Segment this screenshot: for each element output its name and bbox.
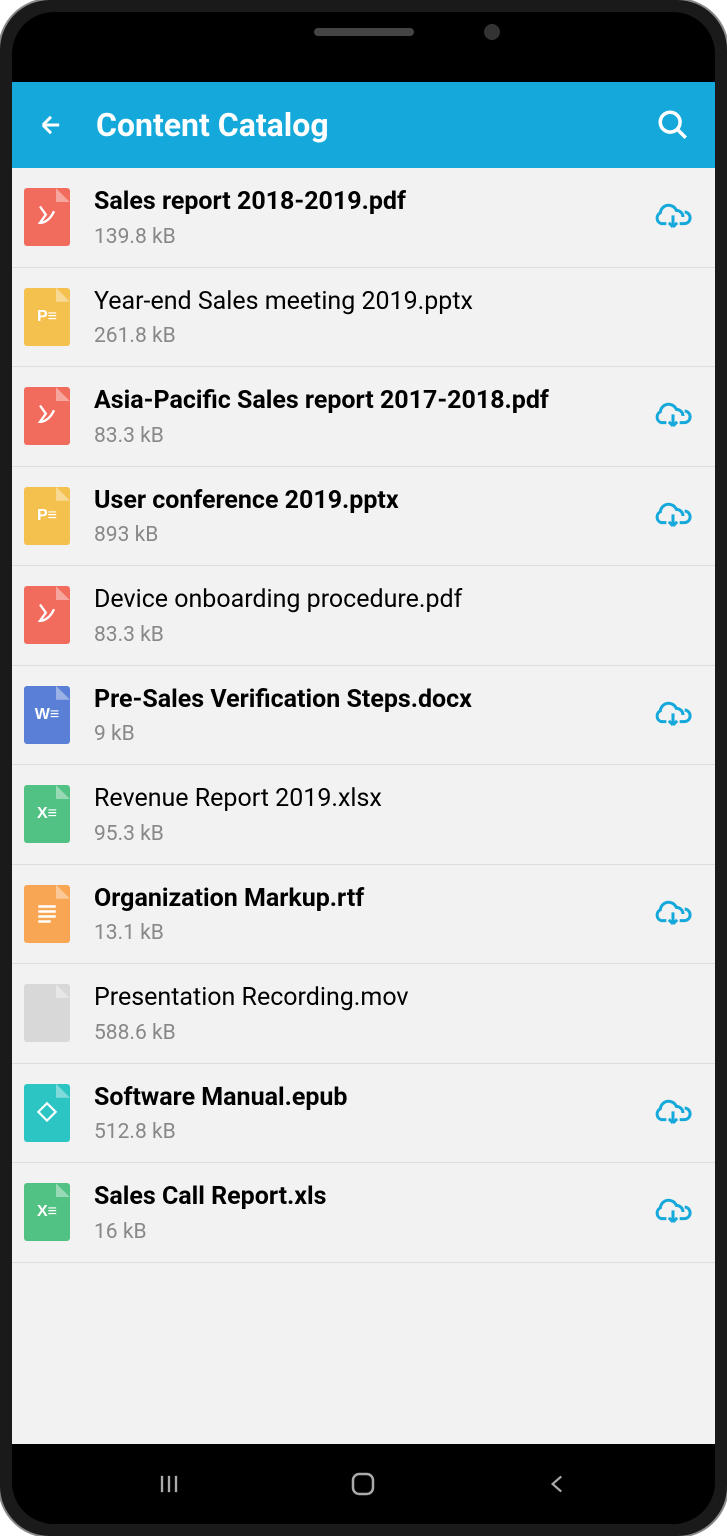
file-info: Organization Markup.rtf 13.1 kB xyxy=(94,883,651,946)
cloud-download-icon xyxy=(653,197,693,237)
file-type-icon: P≡ xyxy=(24,487,70,545)
file-type-icon xyxy=(24,984,70,1042)
file-info: Pre-Sales Verification Steps.docx 9 kB xyxy=(94,684,651,747)
file-type-icon: X≡ xyxy=(24,1183,70,1241)
nav-home-icon xyxy=(348,1469,378,1499)
file-size: 893 kB xyxy=(94,523,651,547)
file-type-icon xyxy=(24,1084,70,1142)
phone-speaker xyxy=(314,28,414,36)
file-item[interactable]: Organization Markup.rtf 13.1 kB xyxy=(12,865,715,965)
file-name: Device onboarding procedure.pdf xyxy=(94,584,695,617)
app-header: Content Catalog xyxy=(12,82,715,168)
file-item[interactable]: Presentation Recording.mov 588.6 kB xyxy=(12,964,715,1064)
download-button[interactable] xyxy=(651,892,695,936)
nav-back-button[interactable] xyxy=(538,1464,578,1504)
file-info: Software Manual.epub 512.8 kB xyxy=(94,1082,651,1145)
file-name: Pre-Sales Verification Steps.docx xyxy=(94,684,651,717)
file-info: Presentation Recording.mov 588.6 kB xyxy=(94,982,695,1045)
back-button[interactable] xyxy=(34,108,68,142)
nav-back-icon xyxy=(545,1471,571,1497)
file-size: 588.6 kB xyxy=(94,1021,695,1045)
nav-home-button[interactable] xyxy=(343,1464,383,1504)
file-name: Asia-Pacific Sales report 2017-2018.pdf xyxy=(94,385,651,418)
file-name: Organization Markup.rtf xyxy=(94,883,651,916)
file-size: 16 kB xyxy=(94,1220,651,1244)
nav-recent-icon xyxy=(155,1470,183,1498)
file-type-icon: X≡ xyxy=(24,785,70,843)
file-item[interactable]: X≡ Revenue Report 2019.xlsx 95.3 kB xyxy=(12,765,715,865)
phone-frame: Content Catalog Sales report 2018-2019.p… xyxy=(0,0,727,1536)
file-size: 95.3 kB xyxy=(94,822,695,846)
download-button[interactable] xyxy=(651,494,695,538)
cloud-download-icon xyxy=(653,894,693,934)
cloud-download-icon xyxy=(653,1192,693,1232)
cloud-download-icon xyxy=(653,695,693,735)
file-name: User conference 2019.pptx xyxy=(94,485,651,518)
file-type-icon xyxy=(24,387,70,445)
back-arrow-icon xyxy=(37,111,65,139)
file-size: 83.3 kB xyxy=(94,623,695,647)
file-type-icon: W≡ xyxy=(24,686,70,744)
file-item[interactable]: P≡ Year-end Sales meeting 2019.pptx 261.8 … xyxy=(12,268,715,368)
phone-inner: Content Catalog Sales report 2018-2019.p… xyxy=(12,12,715,1524)
file-item[interactable]: Software Manual.epub 512.8 kB xyxy=(12,1064,715,1164)
file-name: Sales Call Report.xls xyxy=(94,1181,651,1214)
file-item[interactable]: Device onboarding procedure.pdf 83.3 kB xyxy=(12,566,715,666)
file-type-icon: P≡ xyxy=(24,288,70,346)
file-name: Revenue Report 2019.xlsx xyxy=(94,783,695,816)
cloud-download-icon xyxy=(653,396,693,436)
app-screen: Content Catalog Sales report 2018-2019.p… xyxy=(12,82,715,1444)
file-info: Revenue Report 2019.xlsx 95.3 kB xyxy=(94,783,695,846)
file-size: 13.1 kB xyxy=(94,921,651,945)
file-type-icon xyxy=(24,885,70,943)
file-name: Software Manual.epub xyxy=(94,1082,651,1115)
phone-camera xyxy=(484,24,500,40)
file-info: Sales report 2018-2019.pdf 139.8 kB xyxy=(94,186,651,249)
file-item[interactable]: Sales report 2018-2019.pdf 139.8 kB xyxy=(12,168,715,268)
file-info: Year-end Sales meeting 2019.pptx 261.8 kB xyxy=(94,286,695,349)
file-list[interactable]: Sales report 2018-2019.pdf 139.8 kB P≡ Year… xyxy=(12,168,715,1263)
download-button[interactable] xyxy=(651,394,695,438)
file-item[interactable]: W≡ Pre-Sales Verification Steps.docx 9 kB xyxy=(12,666,715,766)
system-nav-bar xyxy=(12,1444,715,1524)
file-info: Asia-Pacific Sales report 2017-2018.pdf 8… xyxy=(94,385,651,448)
file-size: 83.3 kB xyxy=(94,424,651,448)
download-button[interactable] xyxy=(651,195,695,239)
search-button[interactable] xyxy=(653,105,693,145)
file-name: Presentation Recording.mov xyxy=(94,982,695,1015)
file-type-icon xyxy=(24,586,70,644)
file-size: 512.8 kB xyxy=(94,1120,651,1144)
file-info: Device onboarding procedure.pdf 83.3 kB xyxy=(94,584,695,647)
file-item[interactable]: Asia-Pacific Sales report 2017-2018.pdf 8… xyxy=(12,367,715,467)
file-item[interactable]: P≡ User conference 2019.pptx 893 kB xyxy=(12,467,715,567)
download-button[interactable] xyxy=(651,1190,695,1234)
file-size: 139.8 kB xyxy=(94,225,651,249)
cloud-download-icon xyxy=(653,1093,693,1133)
file-type-icon xyxy=(24,188,70,246)
file-size: 9 kB xyxy=(94,722,651,746)
file-name: Sales report 2018-2019.pdf xyxy=(94,186,651,219)
file-info: User conference 2019.pptx 893 kB xyxy=(94,485,651,548)
cloud-download-icon xyxy=(653,496,693,536)
nav-recent-button[interactable] xyxy=(149,1464,189,1504)
download-button[interactable] xyxy=(651,693,695,737)
file-name: Year-end Sales meeting 2019.pptx xyxy=(94,286,695,319)
file-size: 261.8 kB xyxy=(94,324,695,348)
file-item[interactable]: X≡ Sales Call Report.xls 16 kB xyxy=(12,1163,715,1263)
file-info: Sales Call Report.xls 16 kB xyxy=(94,1181,651,1244)
search-icon xyxy=(656,108,690,142)
page-title: Content Catalog xyxy=(96,106,653,144)
download-button[interactable] xyxy=(651,1091,695,1135)
